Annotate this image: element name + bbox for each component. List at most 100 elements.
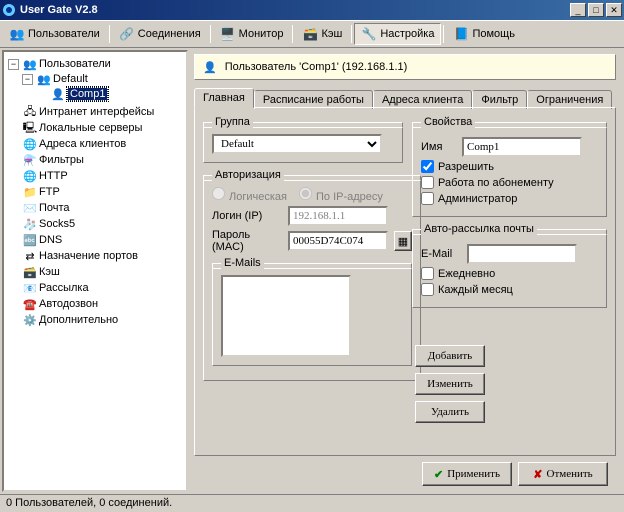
toolbar-users[interactable]: 👥Пользователи (2, 23, 107, 45)
minimize-button[interactable]: _ (570, 3, 586, 17)
cache-icon: 🗃️ (23, 265, 37, 279)
tree-socks5[interactable]: 🧦Socks5 (8, 217, 182, 231)
properties-legend: Свойства (421, 116, 475, 128)
ftp-icon: 📁 (23, 185, 37, 199)
email-delete-button[interactable]: Удалить (415, 401, 485, 423)
admin-checkbox[interactable]: Администратор (421, 192, 598, 205)
name-label: Имя (421, 141, 456, 153)
cache-icon: 🗃️ (302, 26, 318, 42)
toolbar-monitor[interactable]: 🖥️Монитор (213, 23, 291, 45)
auth-mode-row: Логическая По IP-адресу (212, 187, 412, 203)
daily-checkbox[interactable]: Ежедневно (421, 267, 598, 280)
tree-client-addresses[interactable]: 🌐Адреса клиентов (8, 137, 182, 151)
auth-fieldset: Авторизация Логическая По IP-адресу Логи… (203, 169, 421, 381)
dialog-buttons: ✔Применить ✘Отменить (194, 456, 616, 488)
server-icon: 🖳 (23, 121, 37, 135)
maximize-button[interactable]: □ (588, 3, 604, 17)
tree-root-users[interactable]: −👥Пользователи (8, 57, 182, 71)
tree-group-default[interactable]: −👥Default (22, 72, 182, 86)
titlebar: User Gate V2.8 _ □ ✕ (0, 0, 624, 20)
close-button[interactable]: ✕ (606, 3, 622, 17)
tab-strip: Главная Расписание работы Адреса клиента… (194, 88, 616, 107)
tree-advanced[interactable]: ⚙️Дополнительно (8, 313, 182, 327)
address-icon: 🌐 (23, 137, 37, 151)
cross-icon: ✘ (533, 468, 542, 481)
apply-button[interactable]: ✔Применить (422, 462, 512, 486)
tree-mailing[interactable]: 📧Рассылка (8, 281, 182, 295)
content-header: 👤 Пользователь 'Comp1' (192.168.1.1) (194, 54, 616, 80)
emails-fieldset: E-Mails (212, 257, 412, 366)
emails-textarea[interactable] (221, 275, 351, 357)
separator (443, 25, 444, 43)
email-add-button[interactable]: Добавить (415, 345, 485, 367)
email-edit-button[interactable]: Изменить (415, 373, 485, 395)
automail-email-label: E-Mail (421, 248, 461, 260)
users-icon: 👥 (9, 26, 25, 42)
separator (292, 25, 293, 43)
tree-intranet[interactable]: 🖧Интранет интерфейсы (8, 105, 182, 119)
tab-main[interactable]: Главная (194, 88, 254, 108)
header-text: Пользователь 'Comp1' (192.168.1.1) (225, 61, 408, 73)
app-icon (2, 3, 16, 17)
group-fieldset: Группа Default (203, 116, 403, 163)
tree-user-comp1[interactable]: 👤Comp1 (36, 87, 182, 101)
collapse-icon[interactable]: − (8, 59, 19, 70)
group-icon: 👥 (37, 72, 51, 86)
tree-autodial[interactable]: ☎️Автодозвон (8, 297, 182, 311)
auth-logical-radio[interactable]: Логическая (212, 187, 287, 203)
automail-fieldset: Авто-рассылка почты E-Mail Ежедневно Каж… (412, 223, 607, 308)
login-input[interactable] (288, 206, 388, 226)
separator (109, 25, 110, 43)
emails-legend: E-Mails (221, 257, 264, 269)
users-icon: 👥 (23, 57, 37, 71)
tree-ftp[interactable]: 📁FTP (8, 185, 182, 199)
password-input[interactable] (288, 231, 388, 251)
main-toolbar: 👥Пользователи 🔗Соединения 🖥️Монитор 🗃️Кэ… (0, 20, 624, 48)
status-bar: 0 Пользователей, 0 соединений. (0, 494, 624, 512)
ports-icon: ⇄ (23, 249, 37, 263)
monthly-checkbox[interactable]: Каждый месяц (421, 283, 598, 296)
filter-icon: ⚗️ (23, 153, 37, 167)
toolbar-settings[interactable]: 🔧Настройка (354, 23, 441, 45)
name-input[interactable] (462, 137, 582, 157)
separator (210, 25, 211, 43)
auth-byip-radio[interactable]: По IP-адресу (299, 187, 383, 203)
tree-dns[interactable]: 🔤DNS (8, 233, 182, 247)
properties-fieldset: Свойства Имя Разрешить Работа по абонеме… (412, 116, 607, 217)
password-label: Пароль (MAC) (212, 229, 282, 253)
help-icon: 📘 (453, 26, 469, 42)
login-label: Логин (IP) (212, 210, 282, 222)
advanced-icon: ⚙️ (23, 313, 37, 327)
tree-http[interactable]: 🌐HTTP (8, 169, 182, 183)
cancel-button[interactable]: ✘Отменить (518, 462, 608, 486)
tree-filters[interactable]: ⚗️Фильтры (8, 153, 182, 167)
check-icon: ✔ (434, 468, 443, 481)
tree-local-servers[interactable]: 🖳Локальные серверы (8, 121, 182, 135)
mac-lookup-button[interactable]: ▦ (394, 231, 412, 251)
tree-mail[interactable]: ✉️Почта (8, 201, 182, 215)
group-select[interactable]: Default (212, 134, 382, 154)
tree-cache[interactable]: 🗃️Кэш (8, 265, 182, 279)
content-area: 👤 Пользователь 'Comp1' (192.168.1.1) Гла… (188, 50, 622, 492)
automail-legend: Авто-рассылка почты (421, 223, 537, 235)
tree-panel: −👥Пользователи −👥Default 👤Comp1 🖧Интране… (2, 50, 188, 492)
subscription-checkbox[interactable]: Работа по абонементу (421, 176, 598, 189)
card-icon: ▦ (398, 235, 408, 248)
mailing-icon: 📧 (23, 281, 37, 295)
window-title: User Gate V2.8 (20, 4, 570, 16)
toolbar-cache[interactable]: 🗃️Кэш (295, 23, 349, 45)
dns-icon: 🔤 (23, 233, 37, 247)
allow-checkbox[interactable]: Разрешить (421, 160, 598, 173)
toolbar-connections[interactable]: 🔗Соединения (112, 23, 208, 45)
tree-ports[interactable]: ⇄Назначение портов (8, 249, 182, 263)
auth-legend: Авторизация (212, 169, 284, 181)
separator (351, 25, 352, 43)
user-icon: 👤 (203, 61, 217, 74)
dial-icon: ☎️ (23, 297, 37, 311)
network-icon: 🖧 (23, 105, 37, 119)
toolbar-help[interactable]: 📘Помощь (446, 23, 522, 45)
group-legend: Группа (212, 116, 253, 128)
automail-email-input[interactable] (467, 244, 577, 264)
socks-icon: 🧦 (23, 217, 37, 231)
collapse-icon[interactable]: − (22, 74, 33, 85)
